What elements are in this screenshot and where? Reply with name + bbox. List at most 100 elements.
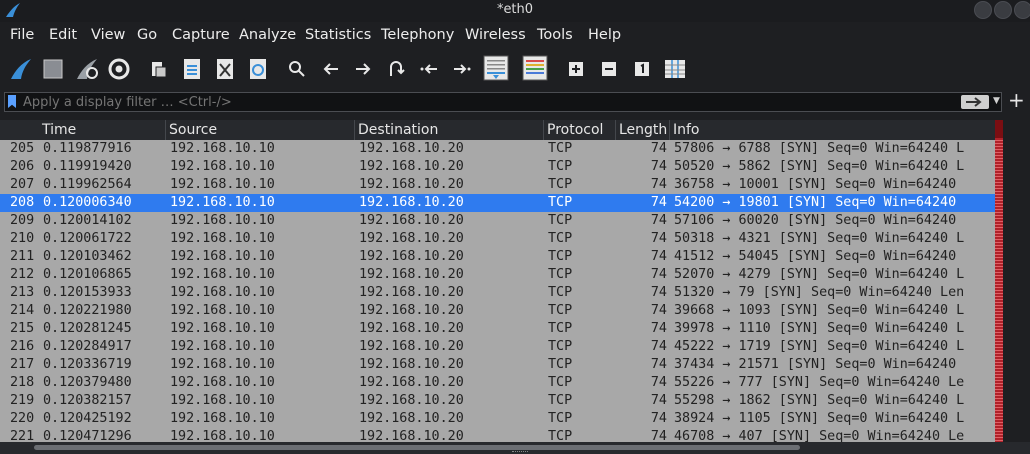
packet-cell-no: 217 [10, 357, 35, 372]
packet-cell-info: 38924 → 1105 [SYN] Seq=0 Win=64240 L [674, 411, 965, 426]
horizontal-scrollbar[interactable] [0, 442, 1030, 454]
packet-cell-info: 54200 → 19801 [SYN] Seq=0 Win=64240 [674, 195, 957, 210]
menu-statistics[interactable]: Statistics [305, 27, 371, 43]
packet-row[interactable]: 218 0.120379480 192.168.10.10 192.168.10.20… [0, 374, 995, 392]
stop-capture-icon[interactable] [40, 56, 66, 82]
maximize-button[interactable] [994, 1, 1012, 19]
reload-file-icon[interactable] [245, 56, 271, 82]
horizontal-scroll-thumb[interactable] [34, 445, 800, 450]
packet-cell-len: 74 [650, 159, 667, 174]
go-to-packet-icon[interactable] [383, 56, 409, 82]
close-button[interactable] [1014, 1, 1030, 19]
packet-row[interactable]: 209 0.120014102 192.168.10.10 192.168.10.20… [0, 212, 995, 230]
display-filter-input[interactable] [23, 94, 923, 110]
go-forward-arrow-icon[interactable] [350, 56, 376, 82]
packet-row[interactable]: 206 0.119919420 192.168.10.10 192.168.10.20… [0, 158, 995, 176]
title-bar: *eth0 [0, 0, 1030, 22]
packet-cell-proto: TCP [548, 141, 573, 156]
column-header-length[interactable]: Length [619, 122, 667, 138]
column-header-source[interactable]: Source [169, 122, 217, 138]
packet-cell-proto: TCP [548, 321, 573, 336]
packet-cell-len: 74 [650, 339, 667, 354]
last-packet-icon[interactable] [449, 56, 475, 82]
colorize-icon[interactable] [521, 54, 549, 82]
menu-capture[interactable]: Capture [172, 27, 230, 43]
add-filter-button-plus-icon[interactable]: + [1008, 88, 1025, 112]
window-title: *eth0 [496, 2, 534, 17]
apply-filter-button[interactable] [961, 95, 989, 109]
column-header-time[interactable]: Time [42, 122, 76, 138]
packet-cell-dst: 192.168.10.20 [359, 141, 464, 156]
menu-file[interactable]: File [10, 27, 34, 43]
packet-cell-src: 192.168.10.10 [170, 375, 275, 390]
packet-cell-info: 57106 → 60020 [SYN] Seq=0 Win=64240 [674, 213, 957, 228]
menu-telephony[interactable]: Telephony [381, 27, 454, 43]
packet-row[interactable]: 207 0.119962564 192.168.10.10 192.168.10.20… [0, 176, 995, 194]
packet-cell-no: 215 [10, 321, 35, 336]
packet-cell-time: 0.120221980 [43, 303, 132, 318]
packet-cell-info: 39668 → 1093 [SYN] Seq=0 Win=64240 L [674, 303, 965, 318]
packet-row[interactable]: 214 0.120221980 192.168.10.10 192.168.10.20… [0, 302, 995, 320]
open-file-icon[interactable] [146, 56, 172, 82]
packet-cell-src: 192.168.10.10 [170, 195, 275, 210]
menu-tools[interactable]: Tools [537, 27, 573, 43]
packet-cell-time: 0.120471296 [43, 429, 132, 442]
packet-cell-dst: 192.168.10.20 [359, 375, 464, 390]
packet-cell-no: 207 [10, 177, 35, 192]
restart-capture-icon[interactable] [74, 56, 100, 82]
packet-cell-no: 205 [10, 141, 35, 156]
packet-row[interactable]: 210 0.120061722 192.168.10.10 192.168.10.20… [0, 230, 995, 248]
packet-cell-info: 55298 → 1862 [SYN] Seq=0 Win=64240 L [674, 393, 965, 408]
filter-bookmark-icon[interactable] [8, 95, 16, 108]
packet-cell-proto: TCP [548, 231, 573, 246]
column-header-protocol[interactable]: Protocol [547, 122, 603, 138]
save-file-icon[interactable] [179, 56, 205, 82]
packet-list-header: Time Source Destination Protocol Length … [0, 120, 995, 140]
minimap-thumb[interactable] [995, 120, 1003, 138]
normal-size-icon[interactable] [629, 56, 655, 82]
start-capture-icon[interactable] [8, 56, 34, 82]
capture-options-gear-icon[interactable] [106, 56, 132, 82]
minimize-button[interactable] [974, 1, 992, 19]
packet-row[interactable]: 216 0.120284917 192.168.10.10 192.168.10.20… [0, 338, 995, 356]
packet-cell-info: 41512 → 54045 [SYN] Seq=0 Win=64240 [674, 249, 957, 264]
autoscroll-icon[interactable] [482, 54, 510, 82]
filter-history-chevron-down-icon[interactable]: ▼ [993, 96, 1000, 106]
packet-cell-info: 52070 → 4279 [SYN] Seq=0 Win=64240 L [674, 267, 965, 282]
packet-row[interactable]: 215 0.120281245 192.168.10.10 192.168.10.20… [0, 320, 995, 338]
first-packet-icon[interactable] [416, 56, 442, 82]
packet-cell-src: 192.168.10.10 [170, 303, 275, 318]
menu-help[interactable]: Help [588, 27, 621, 43]
go-back-arrow-icon[interactable] [318, 56, 344, 82]
find-packet-search-icon[interactable] [284, 56, 310, 82]
packet-row[interactable]: 205 0.119877916 192.168.10.10 192.168.10.20… [0, 140, 995, 158]
packet-cell-dst: 192.168.10.20 [359, 177, 464, 192]
packet-cell-info: 39978 → 1110 [SYN] Seq=0 Win=64240 L [674, 321, 965, 336]
packet-cell-no: 219 [10, 393, 35, 408]
menu-bar: File Edit View Go Capture Analyze Statis… [0, 24, 1030, 48]
column-header-info[interactable]: Info [673, 122, 700, 138]
packet-row[interactable]: 208 0.120006340 192.168.10.10 192.168.10.20… [0, 194, 995, 212]
packet-cell-time: 0.120425192 [43, 411, 132, 426]
menu-go[interactable]: Go [137, 27, 157, 43]
close-file-icon[interactable] [212, 56, 238, 82]
packet-row[interactable]: 212 0.120106865 192.168.10.10 192.168.10.20… [0, 266, 995, 284]
packet-cell-dst: 192.168.10.20 [359, 429, 464, 442]
packet-cell-time: 0.120061722 [43, 231, 132, 246]
packet-cell-info: 46708 → 407 [SYN] Seq=0 Win=64240 Le [674, 429, 965, 442]
packet-row[interactable]: 219 0.120382157 192.168.10.10 192.168.10.20… [0, 392, 995, 410]
menu-analyze[interactable]: Analyze [239, 27, 296, 43]
menu-wireless[interactable]: Wireless [465, 27, 526, 43]
packet-row[interactable]: 217 0.120336719 192.168.10.10 192.168.10.20… [0, 356, 995, 374]
zoom-out-icon[interactable] [596, 56, 622, 82]
menu-view[interactable]: View [91, 27, 125, 43]
packet-row[interactable]: 211 0.120103462 192.168.10.10 192.168.10.20… [0, 248, 995, 266]
packet-row[interactable]: 220 0.120425192 192.168.10.10 192.168.10.20… [0, 410, 995, 428]
menu-edit[interactable]: Edit [49, 27, 77, 43]
zoom-in-icon[interactable] [563, 56, 589, 82]
resize-columns-icon[interactable] [662, 56, 688, 82]
packet-row[interactable]: 213 0.120153933 192.168.10.10 192.168.10.20… [0, 284, 995, 302]
column-header-destination[interactable]: Destination [358, 122, 438, 138]
packet-row[interactable]: 221 0.120471296 192.168.10.10 192.168.10.20… [0, 428, 995, 442]
packet-minimap-scrollbar[interactable] [995, 120, 1003, 442]
